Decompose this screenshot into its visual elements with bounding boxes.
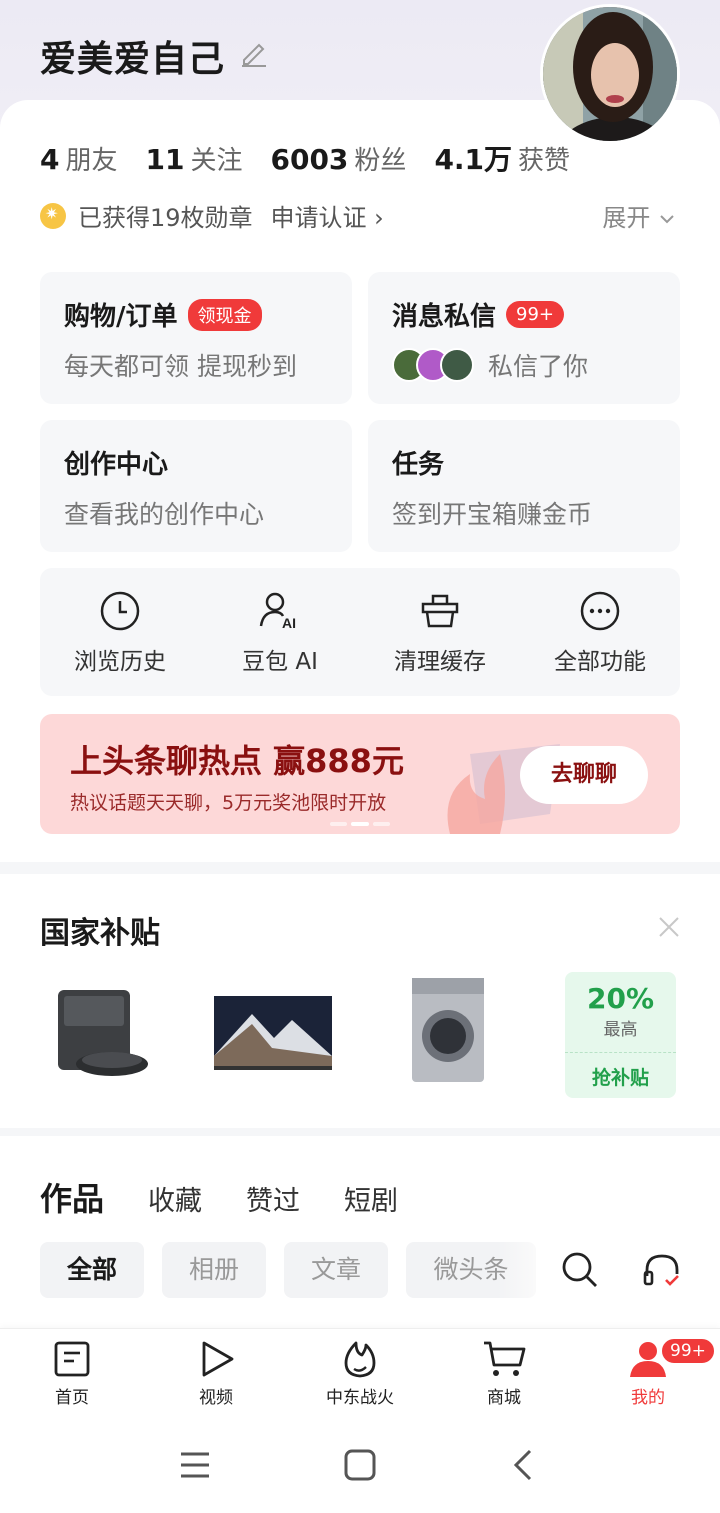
washing-machine-product[interactable] [408, 974, 488, 1086]
play-icon [202, 1341, 234, 1377]
tasks-card[interactable]: 任务 签到开宝箱赚金币 [368, 420, 680, 552]
quick-action-all[interactable]: 全部功能 [520, 568, 680, 696]
customer-service-icon[interactable] [642, 1250, 682, 1290]
certify-link[interactable]: 申请认证 › [271, 198, 384, 233]
works-tabs: 作品 收藏 赞过 短剧 [40, 1174, 442, 1220]
ai-person-icon: AI [259, 592, 296, 631]
flame-icon [344, 1341, 376, 1378]
nav-label: 中东战火 [326, 1388, 394, 1408]
badge-row: 已获得19枚勋章 申请认证 › [40, 198, 384, 233]
subsidy-title: 国家补贴 [40, 916, 160, 951]
nav-mine[interactable]: 我的 99+ [576, 1329, 720, 1418]
nav-mall[interactable]: 商城 [432, 1329, 576, 1418]
stat-following[interactable]: 11 关注 [146, 140, 243, 177]
card-title: 购物/订单 [64, 302, 178, 332]
system-nav-bar [0, 1418, 720, 1513]
tab-works[interactable]: 作品 [40, 1174, 104, 1220]
creator-card[interactable]: 创作中心 查看我的创作中心 [40, 420, 352, 552]
nav-label: 视频 [199, 1388, 233, 1408]
quick-action-history[interactable]: 浏览历史 [40, 568, 200, 696]
card-title: 创作中心 [64, 450, 169, 480]
medal-icon [40, 202, 66, 229]
nav-label: 商城 [487, 1388, 521, 1408]
quick-action-label: 浏览历史 [74, 649, 166, 675]
tab-short-drama[interactable]: 短剧 [344, 1179, 398, 1218]
stat-label: 获赞 [518, 146, 571, 176]
promo-percent: 20% [586, 982, 655, 1015]
home-doc-icon [54, 1341, 90, 1377]
stat-friends[interactable]: 4 朋友 [40, 140, 118, 177]
television-product[interactable] [212, 994, 334, 1074]
shopping-card[interactable]: 购物/订单 领现金 每天都可领 提现秒到 [40, 272, 352, 404]
card-subtitle: 查看我的创作中心 [64, 500, 265, 529]
notification-badge: 99+ [660, 1337, 716, 1365]
promo-label: 最高 [603, 1020, 638, 1040]
subsidy-section: 国家补贴 20% 最高 抢补贴 [0, 874, 720, 1128]
home-square-icon[interactable] [343, 1448, 377, 1482]
stat-number: 11 [145, 143, 185, 176]
cash-tag: 领现金 [187, 298, 262, 331]
bottom-nav: 首页 视频 中东战火 商城 我的 99+ [0, 1328, 720, 1418]
filter-chips: 全部 相册 文章 微头条 [40, 1242, 554, 1298]
avatar[interactable] [540, 4, 680, 144]
stat-likes[interactable]: 4.1万 获赞 [434, 138, 570, 178]
back-icon[interactable] [506, 1448, 540, 1482]
promo-banner[interactable]: 上头条聊热点 赢888元 热议话题天天聊，5万元奖池限时开放 去聊聊 [40, 714, 680, 834]
quick-action-label: 豆包 AI [242, 649, 318, 675]
messages-card[interactable]: 消息私信 99+ 私信了你 [368, 272, 680, 404]
username: 爱美爱自己 [40, 39, 226, 80]
stat-label: 粉丝 [354, 146, 407, 176]
nav-label: 首页 [55, 1388, 89, 1408]
more-icon [580, 591, 620, 631]
chip-article[interactable]: 文章 [284, 1242, 388, 1298]
clock-icon [100, 591, 140, 631]
banner-chat-button[interactable]: 去聊聊 [520, 746, 648, 804]
subsidy-promo[interactable]: 20% 最高 抢补贴 [565, 972, 676, 1098]
menu-icon[interactable] [178, 1448, 212, 1482]
nav-hot[interactable]: 中东战火 [288, 1329, 432, 1418]
quick-action-label: 全部功能 [554, 649, 646, 675]
nav-home[interactable]: 首页 [0, 1329, 144, 1418]
expand-label: 展开 [602, 204, 651, 232]
grab-subsidy-button[interactable]: 抢补贴 [565, 1052, 676, 1090]
carousel-indicator [330, 822, 390, 826]
expand-button[interactable]: 展开 [602, 198, 676, 233]
banner-title: 上头条聊热点 赢888元 [70, 742, 404, 780]
tab-liked[interactable]: 赞过 [246, 1179, 300, 1218]
chip-micro-post[interactable]: 微头条 [406, 1242, 536, 1298]
close-icon[interactable] [656, 914, 682, 940]
nav-label: 我的 [631, 1388, 665, 1408]
card-subtitle: 每天都可领 提现秒到 [64, 352, 297, 381]
message-count-badge: 99+ [506, 301, 565, 328]
card-subtitle: 签到开宝箱赚金币 [392, 500, 593, 529]
svg-text:AI: AI [282, 615, 296, 631]
stat-number: 4.1万 [434, 143, 513, 176]
stat-number: 6003 [270, 143, 349, 176]
quick-action-ai[interactable]: AI 豆包 AI [200, 568, 360, 696]
quick-action-label: 清理缓存 [394, 649, 486, 675]
basket-icon [421, 594, 459, 628]
nav-video[interactable]: 视频 [144, 1329, 288, 1418]
chip-all[interactable]: 全部 [40, 1242, 144, 1298]
badges-text[interactable]: 已获得19枚勋章 [78, 198, 253, 233]
cart-icon [484, 1341, 526, 1376]
quick-action-clear-cache[interactable]: 清理缓存 [360, 568, 520, 696]
card-title: 任务 [392, 450, 445, 480]
card-title: 消息私信 [392, 302, 497, 332]
stat-label: 朋友 [65, 146, 118, 176]
stat-fans[interactable]: 6003 粉丝 [270, 140, 406, 177]
search-icon[interactable] [560, 1250, 600, 1290]
card-subtitle: 私信了你 [488, 352, 589, 381]
stat-number: 4 [40, 143, 60, 176]
robot-vacuum-product[interactable] [50, 974, 150, 1084]
banner-subtitle: 热议话题天天聊，5万元奖池限时开放 [70, 792, 387, 814]
chip-album[interactable]: 相册 [162, 1242, 266, 1298]
tab-favorites[interactable]: 收藏 [148, 1179, 202, 1218]
profile-stats: 4 朋友 11 关注 6003 粉丝 4.1万 获赞 [40, 138, 598, 178]
quick-actions: 浏览历史 AI 豆包 AI 清理缓存 全部功能 [40, 568, 680, 696]
stat-label: 关注 [190, 146, 243, 176]
sender-avatar [440, 348, 474, 382]
chevron-down-icon [660, 215, 674, 224]
edit-icon[interactable] [238, 36, 270, 68]
